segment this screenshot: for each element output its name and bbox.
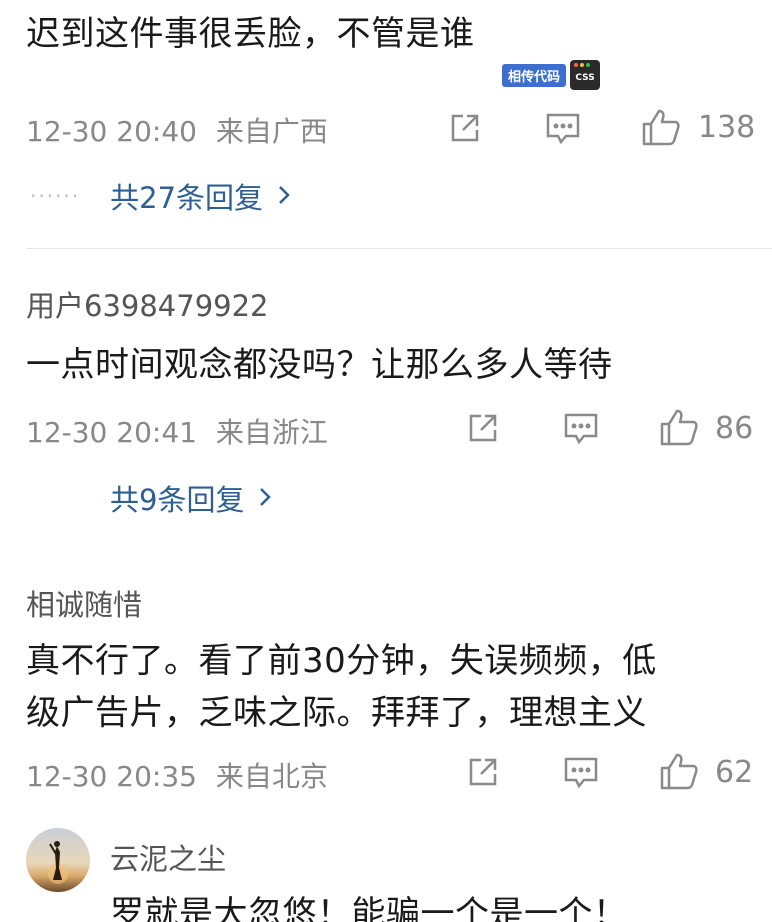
comment-icon[interactable]	[562, 410, 600, 446]
like-count: 138	[698, 110, 756, 145]
share-icon[interactable]	[465, 754, 501, 790]
code-badge: 相传代码 CSS	[502, 60, 601, 90]
badge-label: 相传代码	[502, 63, 567, 87]
like-count: 86	[715, 411, 754, 446]
comment-icon[interactable]	[544, 110, 582, 146]
chevron-right-icon	[277, 179, 291, 213]
divider	[26, 248, 772, 249]
reply-count-link[interactable]: 共9条回复	[110, 477, 244, 519]
comment-content: 迟到这件事很丢脸，不管是谁	[26, 14, 475, 54]
chevron-right-icon	[258, 481, 272, 515]
comment-location: 来自广西	[215, 115, 328, 148]
like-count: 62	[715, 755, 754, 790]
css-badge-icon: CSS	[570, 60, 601, 90]
comment-timestamp: 12-30 20:41	[26, 416, 197, 449]
thumbs-up-icon[interactable]	[640, 107, 682, 147]
comment-location: 来自浙江	[215, 416, 328, 449]
comment-meta: 12-30 20:41 来自浙江	[26, 411, 328, 451]
thumbs-up-icon[interactable]	[658, 751, 700, 791]
comment-username[interactable]: 云泥之尘	[110, 836, 226, 878]
comment-meta: 12-30 20:35 来自北京	[26, 755, 328, 795]
comment-timestamp: 12-30 20:40	[26, 115, 197, 148]
comment-content-line-2: 级广告片，乏味之际。拜拜了，理想主义	[26, 693, 647, 733]
comment-location: 来自北京	[215, 760, 328, 793]
comment-username[interactable]: 相诚随惜	[26, 582, 142, 624]
comment-timestamp: 12-30 20:35	[26, 760, 197, 793]
comment-content-line-1: 真不行了。看了前30分钟，失误频频，低	[26, 641, 657, 681]
reply-count-link[interactable]: 共27条回复	[110, 175, 263, 217]
comment-icon[interactable]	[562, 754, 600, 790]
comment-username[interactable]: 用户6398479922	[26, 283, 269, 325]
thumbs-up-icon[interactable]	[658, 407, 700, 447]
comment-content: 一点时间观念都没吗？让那么多人等待	[26, 345, 613, 385]
reply-toggle[interactable]: 共9条回复	[110, 477, 272, 519]
comment-meta: 12-30 20:40 来自广西	[26, 110, 328, 150]
share-icon[interactable]	[465, 410, 501, 446]
share-icon[interactable]	[447, 110, 483, 146]
reply-toggle[interactable]: ······ 共27条回复	[30, 175, 291, 217]
avatar[interactable]	[26, 828, 90, 892]
comment-content: 罗就是大忽悠！能骗一个是一个！	[110, 894, 628, 922]
divider-dots: ······	[30, 184, 81, 208]
